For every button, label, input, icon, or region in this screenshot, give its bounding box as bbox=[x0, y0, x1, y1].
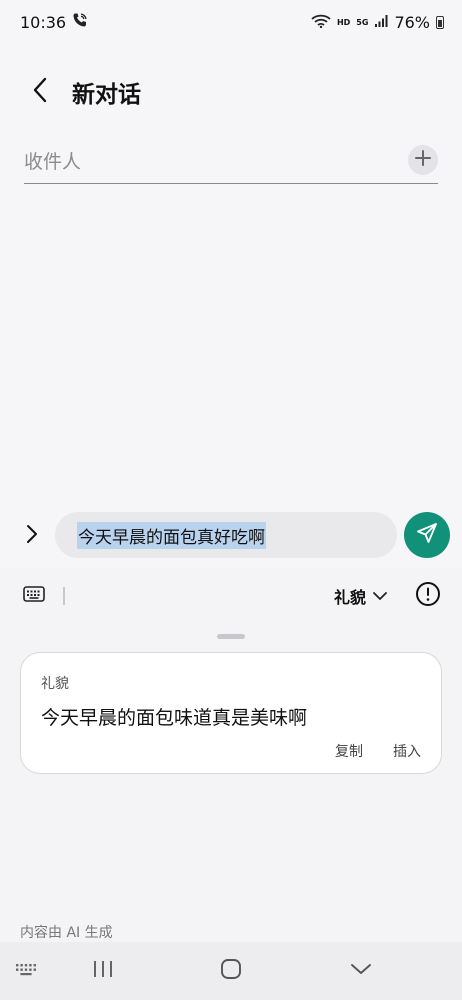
add-recipient-button[interactable] bbox=[408, 144, 438, 175]
message-text-selected: 今天早晨的面包真好吃啊 bbox=[77, 521, 266, 549]
panel-toolbar: 礼貌 bbox=[0, 568, 462, 624]
toolbar-divider bbox=[63, 587, 65, 605]
page-title: 新对话 bbox=[72, 82, 141, 108]
message-input[interactable]: 今天早晨的面包真好吃啊 bbox=[55, 512, 397, 558]
status-left: 10:36 bbox=[20, 12, 88, 32]
recipient-input[interactable] bbox=[24, 150, 344, 173]
keyboard-icon bbox=[23, 585, 45, 607]
copy-button[interactable]: 复制 bbox=[335, 741, 363, 761]
status-right: HD 5G 76% bbox=[311, 13, 444, 32]
ai-disclaimer: 内容由 AI 生成 bbox=[20, 925, 113, 941]
5g-indicator: 5G bbox=[356, 17, 369, 27]
nav-back-button[interactable] bbox=[344, 956, 378, 986]
chevron-down-icon bbox=[372, 587, 388, 606]
suggestion-text: 今天早晨的面包味道真是美味啊 bbox=[41, 707, 308, 729]
send-icon bbox=[415, 521, 439, 549]
chevron-right-icon bbox=[25, 523, 39, 549]
phone-call-icon bbox=[72, 12, 88, 32]
hd-indicator: HD bbox=[336, 17, 351, 27]
keyboard-toggle-button[interactable] bbox=[18, 582, 50, 610]
suggestion-card: 礼貌 今天早晨的面包味道真是美味啊 复制 插入 bbox=[20, 652, 442, 774]
info-icon bbox=[415, 581, 441, 611]
insert-button[interactable]: 插入 bbox=[393, 741, 421, 761]
compose-row: 今天早晨的面包真好吃啊 bbox=[0, 508, 462, 564]
keyboard-icon bbox=[15, 962, 39, 981]
battery-percent: 76% bbox=[394, 12, 430, 32]
plus-icon bbox=[414, 149, 432, 171]
panel-drag-handle[interactable] bbox=[217, 634, 245, 639]
status-time: 10:36 bbox=[20, 12, 67, 32]
recipient-field-row bbox=[24, 140, 438, 184]
suggestion-tone-tag: 礼貌 bbox=[41, 676, 69, 692]
nav-home-button[interactable] bbox=[214, 956, 248, 986]
send-button[interactable] bbox=[404, 512, 450, 558]
app-header: 新对话 bbox=[0, 60, 462, 124]
nav-recents-button[interactable] bbox=[86, 956, 120, 986]
nav-keyboard-button[interactable] bbox=[10, 956, 44, 986]
chevron-left-icon bbox=[30, 76, 50, 108]
tone-select[interactable]: 礼貌 bbox=[334, 582, 388, 610]
navigation-bar bbox=[0, 942, 462, 1000]
home-icon bbox=[220, 958, 242, 984]
suggestion-actions: 复制 插入 bbox=[335, 741, 421, 761]
battery-icon bbox=[436, 15, 444, 29]
tone-label: 礼貌 bbox=[334, 588, 367, 607]
recents-icon bbox=[92, 959, 114, 983]
signal-icon bbox=[374, 13, 388, 32]
chevron-down-icon bbox=[349, 961, 373, 981]
info-button[interactable] bbox=[414, 582, 442, 610]
ai-writing-panel: 礼貌 礼貌 今天早晨的面包味道真是美味啊 复制 插入 内容由 AI 生成 bbox=[0, 568, 462, 942]
back-button[interactable] bbox=[12, 64, 68, 120]
wifi-icon bbox=[311, 13, 331, 32]
expand-options-button[interactable] bbox=[12, 516, 52, 556]
status-bar: 10:36 HD 5G 76% bbox=[0, 0, 462, 44]
